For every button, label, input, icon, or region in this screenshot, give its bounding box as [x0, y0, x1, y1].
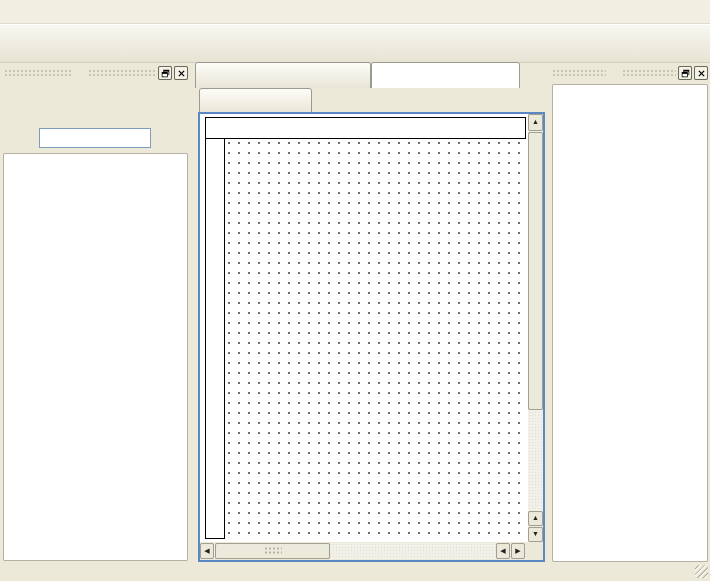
schema-tab[interactable] [199, 88, 312, 113]
project-tab[interactable] [195, 62, 371, 88]
scroll-right-button[interactable]: ▶ [511, 543, 525, 559]
grid-column-header [205, 117, 526, 139]
vertical-scrollbar-thumb[interactable] [528, 132, 543, 410]
clear-filter-button[interactable] [6, 127, 28, 149]
filter-input[interactable] [39, 128, 151, 148]
filter-row [4, 126, 188, 150]
close-icon [177, 69, 186, 78]
float-icon [681, 69, 690, 78]
float-icon [161, 69, 170, 78]
dock-title-texture [88, 69, 156, 78]
float-panel-button[interactable] [158, 66, 172, 80]
scroll-up-button-2[interactable]: ▲ [528, 511, 543, 526]
scrollbar-corner [528, 543, 543, 559]
vertical-scrollbar[interactable]: ▲ ▲ ▼ [528, 114, 543, 542]
close-undo-panel-button[interactable] [694, 66, 708, 80]
schema-canvas[interactable] [200, 114, 528, 542]
dock-title-texture [552, 69, 606, 78]
horizontal-scrollbar[interactable]: ◀ ◀ ▶ [200, 543, 526, 559]
grid-row-header [205, 138, 225, 539]
blank-tab-area [371, 62, 520, 88]
undo-list [552, 84, 708, 562]
scroll-down-button[interactable]: ▼ [528, 527, 543, 542]
horizontal-scrollbar-thumb[interactable] [215, 543, 330, 559]
float-undo-panel-button[interactable] [678, 66, 692, 80]
dock-title-texture [622, 69, 676, 78]
scroll-up-button[interactable]: ▲ [528, 114, 543, 131]
scrollbar-grip [264, 547, 282, 556]
schema-view: ▲ ▲ ▼ ◀ ◀ ▶ [198, 112, 545, 562]
dock-title-texture [4, 69, 72, 78]
elements-panel-toolbar [4, 84, 188, 122]
window-resize-grip[interactable] [695, 565, 708, 578]
elements-tree [3, 153, 188, 561]
close-panel-button[interactable] [174, 66, 188, 80]
project-folder-icon [202, 68, 218, 84]
undo-panel-titlebar[interactable] [552, 64, 708, 82]
scroll-left-button-2[interactable]: ◀ [496, 543, 510, 559]
elements-panel-titlebar[interactable] [4, 64, 188, 82]
schema-icon [206, 93, 222, 109]
scroll-left-button[interactable]: ◀ [200, 543, 214, 559]
toolbar-row [0, 24, 710, 63]
menu-bar [0, 0, 710, 24]
qelectrotech-window: { "menu_bar": { "items": [ {"id": "menu-… [0, 0, 710, 581]
close-icon [697, 69, 706, 78]
